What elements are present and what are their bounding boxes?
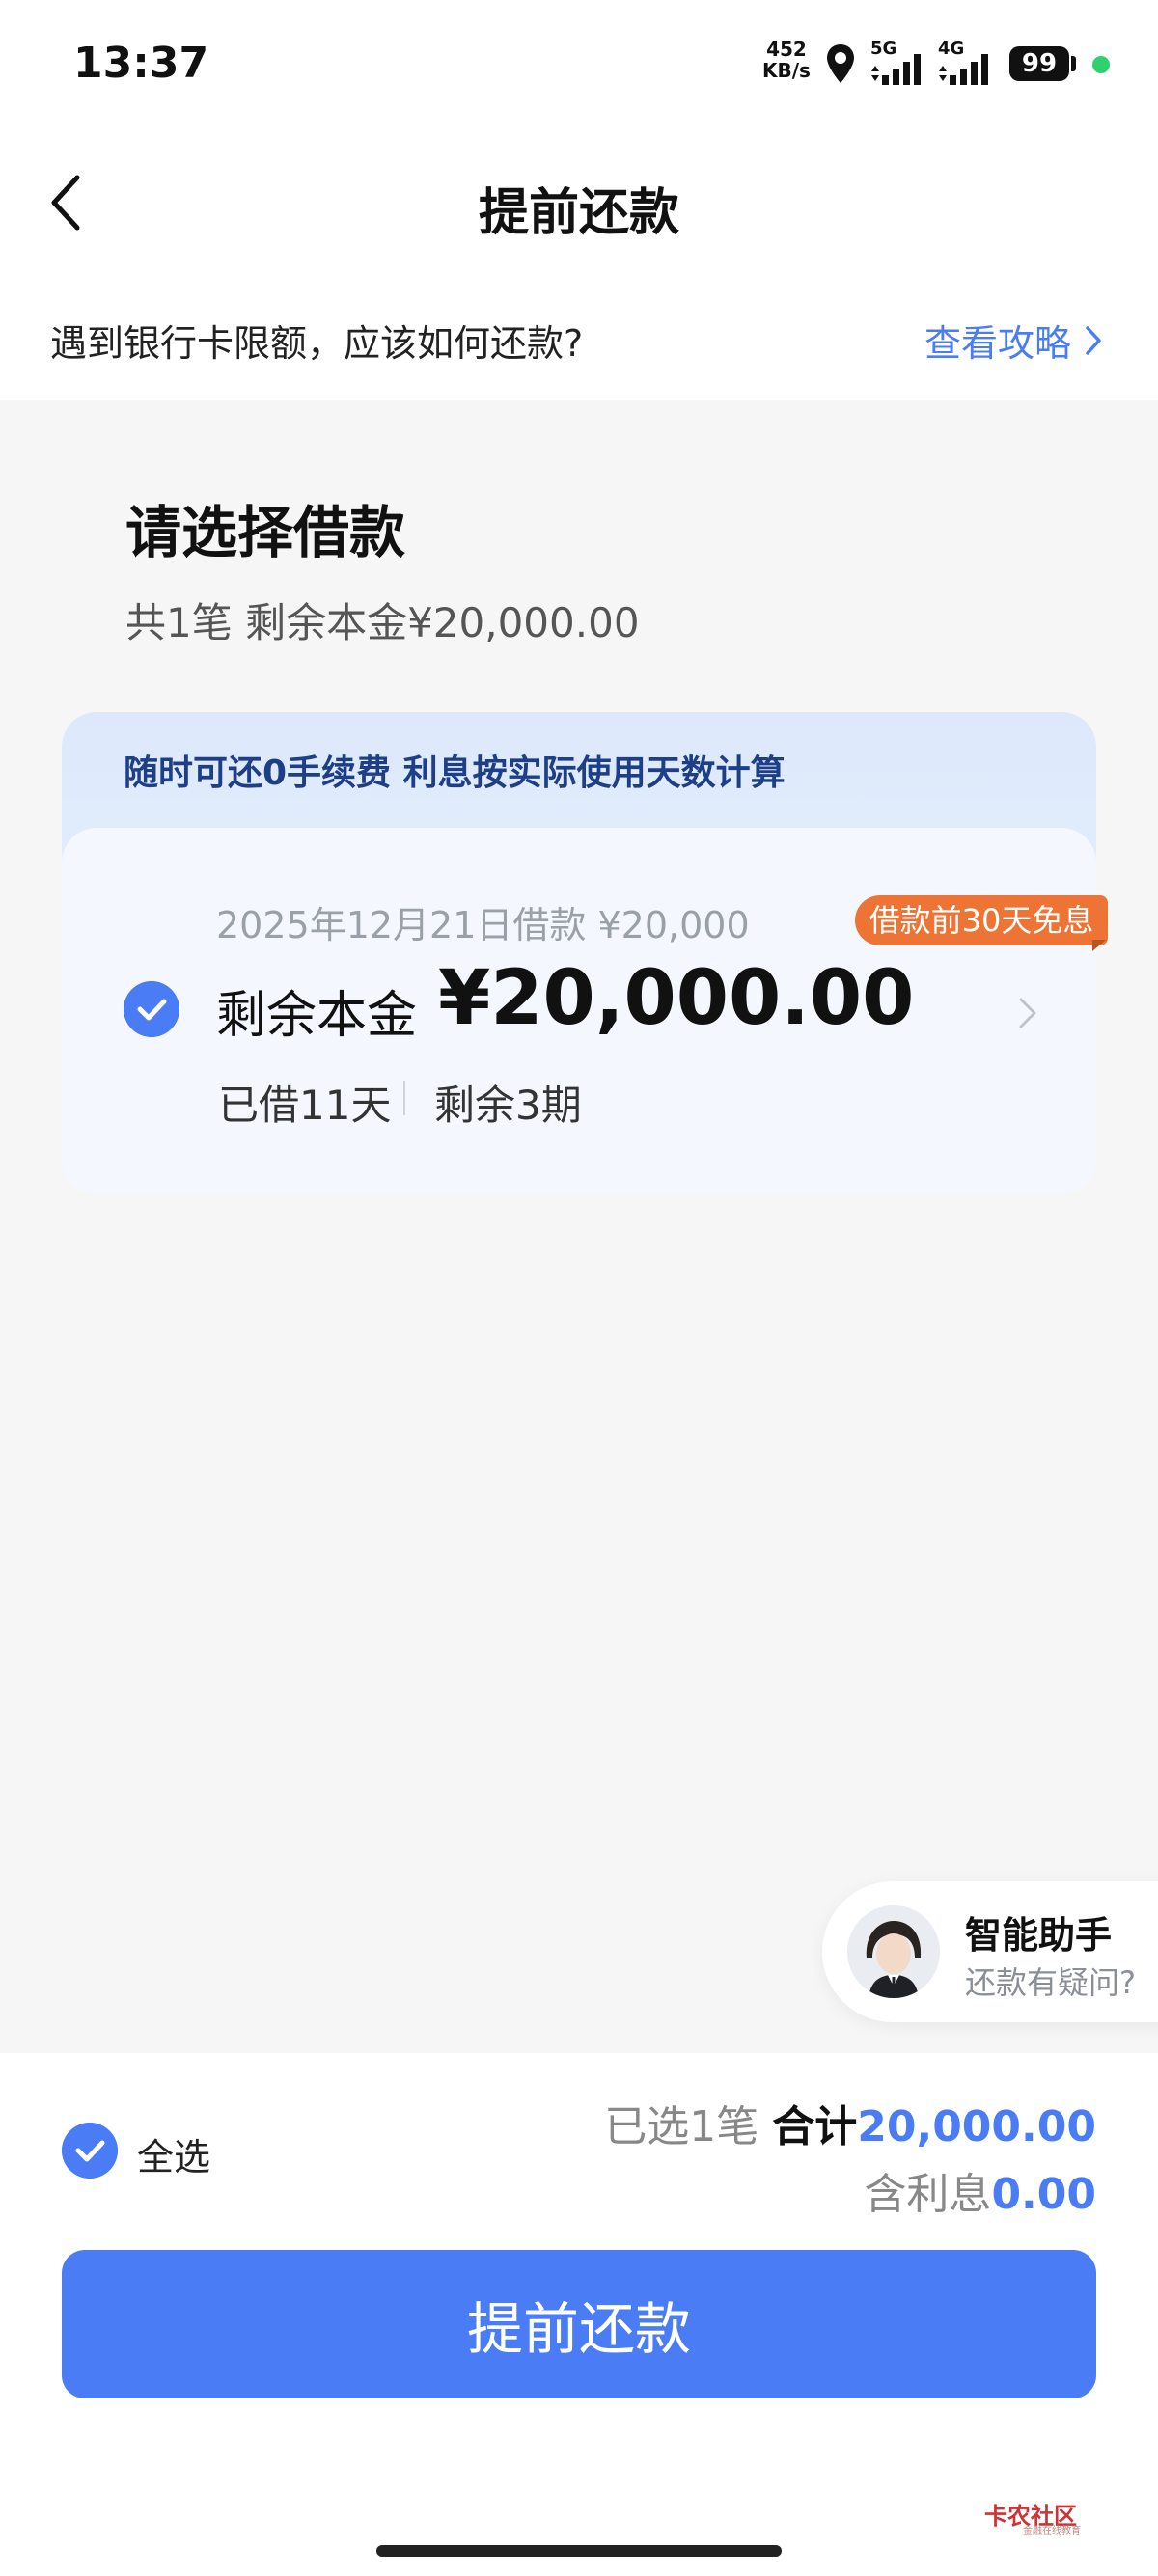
prepay-button[interactable]: 提前还款	[62, 2250, 1096, 2398]
divider	[403, 1081, 405, 1115]
remaining-periods: 剩余3期	[434, 1082, 582, 1129]
loan-checkbox-icon[interactable]	[124, 981, 179, 1037]
section-title: 请选择借款	[125, 500, 406, 565]
battery-icon: 99	[1009, 46, 1069, 81]
page-title: 提前还款	[478, 184, 679, 242]
loan-info: 2025年12月21日借款 ¥20,000	[216, 904, 750, 946]
assistant-subtitle: 还款有疑问?	[965, 1964, 1136, 2001]
total-label: 合计	[772, 2102, 858, 2151]
chevron-right-icon[interactable]	[1015, 994, 1042, 1032]
assistant-avatar	[847, 1905, 940, 1998]
net-speed-unit: KB/s	[762, 59, 811, 82]
privacy-indicator-dot	[1092, 56, 1110, 73]
select-all-label[interactable]: 全选	[137, 2127, 210, 2180]
selected-count: 已选1笔	[604, 2102, 759, 2151]
select-all-checkbox-icon[interactable]	[62, 2123, 118, 2179]
net-speed: 452 KB/s	[762, 39, 811, 81]
interest-summary: 含利息0.00	[864, 2159, 1096, 2221]
signal-4g-icon	[939, 54, 988, 85]
net-speed-value: 452	[766, 38, 807, 61]
days-borrowed: 已借11天	[218, 1082, 392, 1129]
chevron-right-icon	[1086, 325, 1101, 355]
interest-free-badge: 借款前30天免息	[855, 895, 1108, 945]
view-guide-label: 查看攻略	[924, 322, 1072, 365]
loan-banner: 随时可还0手续费 利息按实际使用天数计算	[124, 754, 786, 793]
limit-tip-text: 遇到银行卡限额，应该如何还款?	[50, 322, 584, 365]
total-amount: 20,000.00	[857, 2102, 1096, 2151]
selection-summary: 已选1笔 合计20,000.00	[604, 2092, 1096, 2153]
remaining-principal-amount: ¥20,000.00	[438, 955, 915, 1042]
interest-label: 含利息	[864, 2170, 992, 2219]
battery-tip	[1071, 56, 1076, 71]
remaining-principal-label: 剩余本金	[216, 987, 418, 1045]
section-subtitle: 共1笔 剩余本金¥20,000.00	[125, 599, 640, 646]
signal-5g-icon	[871, 54, 921, 85]
location-icon	[827, 44, 854, 83]
home-indicator[interactable]	[376, 2545, 782, 2557]
view-guide-link[interactable]: 查看攻略	[924, 314, 1102, 367]
status-time: 13:37	[73, 39, 209, 88]
interest-amount: 0.00	[991, 2170, 1096, 2219]
badge-tail	[1092, 940, 1106, 951]
watermark-subtext: 金融在线教育	[1023, 2526, 1081, 2536]
assistant-title: 智能助手	[965, 1914, 1113, 1957]
